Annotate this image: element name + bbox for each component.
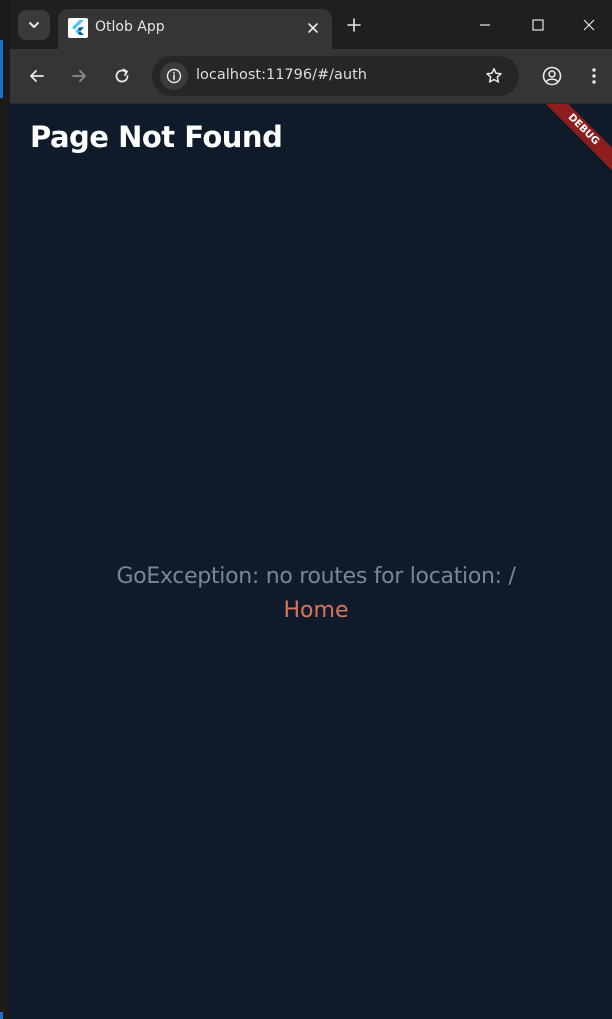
arrow-left-icon	[30, 70, 44, 82]
flutter-icon	[68, 18, 88, 38]
browser-toolbar: localhost:11796/#/auth	[10, 49, 612, 103]
tab-close-button[interactable]	[302, 17, 324, 39]
profile-button[interactable]	[537, 61, 567, 91]
tab-strip: Otlob App	[10, 0, 612, 49]
profile-icon	[542, 66, 562, 86]
forward-button[interactable]	[64, 61, 94, 91]
url-text: localhost:11796/#/auth	[196, 67, 367, 83]
new-tab-button[interactable]	[342, 13, 366, 37]
maximize-button[interactable]	[515, 10, 561, 40]
back-button[interactable]	[22, 61, 52, 91]
bookmark-button[interactable]	[483, 65, 505, 87]
error-message: GoException: no routes for location: /	[116, 564, 516, 589]
menu-button[interactable]	[579, 61, 609, 91]
accent-bar	[0, 40, 3, 98]
plus-icon	[347, 18, 361, 32]
home-link[interactable]: Home	[10, 598, 612, 623]
close-icon	[308, 23, 318, 33]
minimize-icon	[480, 24, 490, 26]
accent-bar	[0, 1012, 3, 1019]
close-window-button[interactable]	[566, 10, 612, 40]
more-vertical-icon	[592, 68, 596, 84]
reload-icon	[115, 68, 129, 83]
app-content: Page Not Found DEBUG GoException: no rou…	[10, 104, 612, 1019]
star-icon	[486, 68, 502, 83]
page-title: Page Not Found	[30, 120, 283, 154]
reload-button[interactable]	[107, 61, 137, 91]
arrow-right-icon	[72, 70, 86, 82]
chevron-down-icon	[29, 22, 39, 28]
tab-search-button[interactable]	[18, 10, 50, 40]
tab-title: Otlob App	[95, 19, 165, 35]
maximize-icon	[532, 19, 544, 31]
close-icon	[583, 19, 595, 31]
browser-window: Otlob App localhost:11796/#/auth Page No…	[10, 0, 612, 1019]
info-icon	[166, 68, 182, 84]
tab-otlob-app[interactable]: Otlob App	[58, 9, 332, 49]
left-window-edge	[0, 0, 10, 1019]
debug-banner: DEBUG	[531, 104, 612, 182]
minimize-button[interactable]	[462, 10, 508, 40]
address-bar[interactable]: localhost:11796/#/auth	[152, 56, 519, 96]
site-info-button[interactable]	[160, 62, 188, 90]
